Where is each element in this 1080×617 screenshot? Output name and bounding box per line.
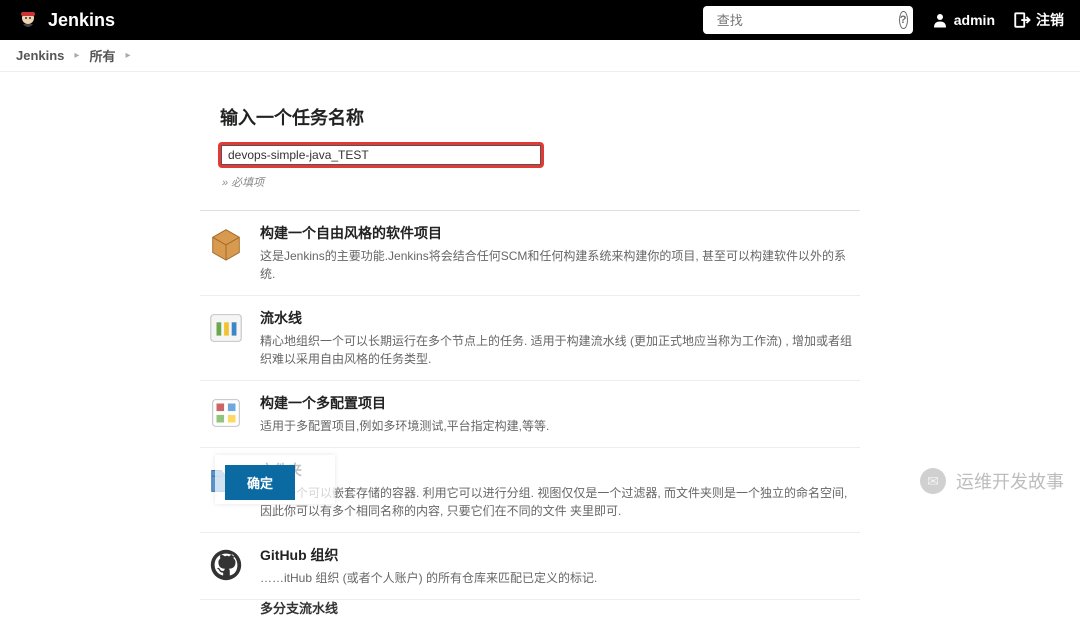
wechat-icon: ✉: [920, 468, 946, 494]
watermark-text: 运维开发故事: [956, 468, 1064, 494]
option-desc: 适用于多配置项目,例如多环境测试,平台指定构建,等等.: [260, 417, 860, 435]
option-freestyle[interactable]: 构建一个自由风格的软件项目 这是Jenkins的主要功能.Jenkins将会结合…: [200, 211, 860, 296]
option-desc: ……itHub 组织 (或者个人账户) 的所有仓库来匹配已定义的标记.: [260, 569, 860, 587]
name-input-highlight: [218, 142, 544, 168]
item-type-list: 构建一个自由风格的软件项目 这是Jenkins的主要功能.Jenkins将会结合…: [200, 210, 860, 617]
chevron-right-icon: ▸: [74, 50, 79, 61]
person-icon: [931, 11, 949, 29]
watermark: ✉ 运维开发故事: [920, 468, 1064, 494]
required-hint: » 必填项: [222, 174, 860, 190]
option-pipeline[interactable]: 流水线 精心地组织一个可以长期运行在多个节点上的任务. 适用于构建流水线 (更加…: [200, 296, 860, 381]
crumb-root[interactable]: Jenkins: [16, 48, 64, 63]
jenkins-logo-icon: [16, 8, 40, 32]
logout-label: 注销: [1036, 10, 1064, 30]
brand-text: Jenkins: [48, 10, 115, 31]
top-header: Jenkins ? admin 注销: [0, 0, 1080, 40]
freestyle-icon: [206, 224, 246, 264]
search-input[interactable]: [717, 13, 893, 28]
pipeline-icon: [206, 309, 246, 349]
option-title: 文件夹: [260, 460, 860, 480]
username: admin: [954, 12, 995, 28]
option-multiconfig[interactable]: 构建一个多配置项目 适用于多配置项目,例如多环境测试,平台指定构建,等等.: [200, 381, 860, 448]
option-github-org[interactable]: GitHub 组织 ……itHub 组织 (或者个人账户) 的所有仓库来匹配已定…: [200, 533, 860, 600]
ok-button[interactable]: 确定: [225, 465, 295, 500]
multiconfig-icon: [206, 394, 246, 434]
crumb-page[interactable]: 所有: [89, 46, 115, 65]
option-title: GitHub 组织: [260, 545, 860, 565]
logout-link[interactable]: 注销: [1013, 10, 1064, 30]
github-icon: [206, 546, 246, 586]
option-title: 流水线: [260, 308, 860, 328]
search-box[interactable]: ?: [703, 6, 913, 34]
user-link[interactable]: admin: [931, 11, 995, 29]
option-desc: 创建一个可以嵌套存储的容器. 利用它可以进行分组. 视图仅仅是一个过滤器, 而文…: [260, 484, 860, 520]
chevron-right-icon: ▸: [125, 50, 130, 61]
main-panel: 输入一个任务名称 » 必填项 构建一个自由风格的软件项目 这是Jenkins的主…: [0, 72, 1080, 617]
item-name-input[interactable]: [221, 145, 541, 165]
help-icon[interactable]: ?: [899, 11, 908, 29]
option-title: 构建一个多配置项目: [260, 393, 860, 413]
footer-actions: 确定: [215, 455, 335, 504]
option-title: 构建一个自由风格的软件项目: [260, 223, 860, 243]
option-desc: 这是Jenkins的主要功能.Jenkins将会结合任何SCM和任何构建系统来构…: [260, 247, 860, 283]
logout-icon: [1013, 11, 1031, 29]
breadcrumbs: Jenkins ▸ 所有 ▸: [0, 40, 1080, 72]
option-multibranch[interactable]: 多分支流水线: [260, 598, 860, 617]
brand-logo[interactable]: Jenkins: [16, 8, 115, 32]
page-title: 输入一个任务名称: [220, 104, 860, 130]
option-desc: 精心地组织一个可以长期运行在多个节点上的任务. 适用于构建流水线 (更加正式地应…: [260, 332, 860, 368]
